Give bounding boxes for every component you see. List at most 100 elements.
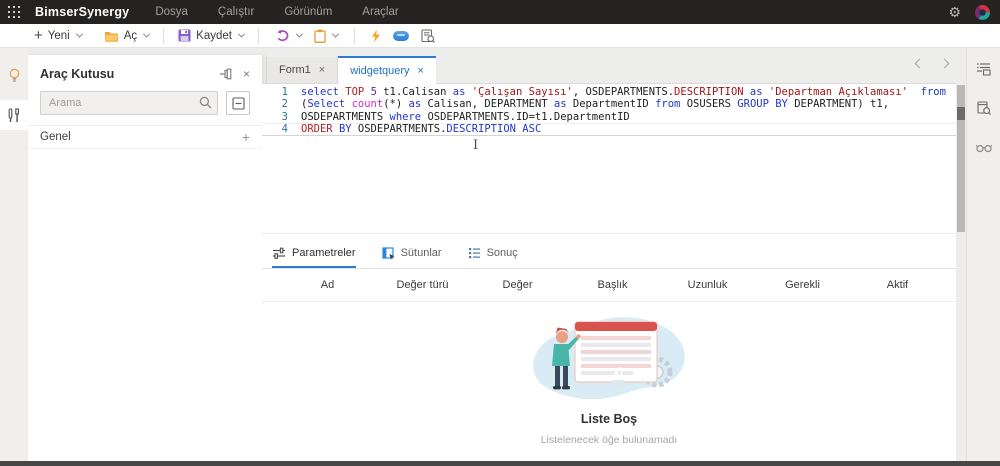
document-search-icon (977, 101, 991, 115)
toolbox-title: Araç Kutusu (40, 67, 114, 81)
menu-gorunum[interactable]: Görünüm (284, 6, 332, 18)
open-button[interactable]: Aç (100, 30, 153, 42)
toolbar-separator (258, 28, 259, 44)
column-header-ad: Ad (280, 279, 375, 291)
tag-button[interactable] (387, 31, 415, 41)
collapse-square-minus-icon (232, 97, 245, 110)
app-title: BimserSynergy (35, 5, 129, 19)
toolbox-close-icon[interactable]: × (243, 68, 250, 80)
sliders-icon (272, 247, 286, 259)
line-number: 1 (262, 86, 288, 98)
editor-tabstrip: Form1 × widgetquery × (262, 48, 956, 84)
section-label: Genel (40, 131, 71, 143)
document-search-panel-button[interactable] (977, 101, 991, 120)
chevron-down-icon (296, 31, 303, 38)
code-text: (Select count(*) as Calisan, DEPARTMENT … (301, 98, 889, 110)
glasses-icon (976, 143, 992, 153)
tab-sutunlar[interactable]: Sütunlar (382, 240, 442, 268)
toolbox-search-input[interactable] (40, 91, 218, 115)
empty-list-illustration (509, 310, 709, 406)
undo-button[interactable] (269, 29, 308, 42)
app-launcher-icon[interactable] (8, 6, 21, 19)
line-number: 2 (262, 98, 288, 110)
result-list-icon (468, 247, 481, 259)
tab-form1[interactable]: Form1 × (266, 57, 338, 83)
toolbar-separator (354, 28, 355, 44)
document-search-icon (421, 29, 435, 43)
code-text: select TOP 5 t1.Calisan as 'Çalışan Sayı… (301, 86, 946, 98)
scrollbar-thumb[interactable] (957, 85, 965, 232)
tools-icon (7, 108, 21, 123)
scrollbar-inner-thumb[interactable] (957, 107, 965, 120)
column-header-deger: Değer (470, 279, 565, 291)
folder-icon (104, 30, 119, 42)
column-header-gerekli: Gerekli (755, 279, 850, 291)
settings-gear-icon[interactable]: ⚙ (948, 5, 961, 19)
sql-code-editor[interactable]: 1 select TOP 5 t1.Calisan as 'Çalışan Say… (262, 84, 956, 233)
menu-dosya[interactable]: Dosya (155, 6, 188, 18)
pin-icon[interactable] (219, 68, 233, 80)
vertical-scrollbar[interactable] (956, 55, 966, 461)
code-text: ORDER BY OSDEPARTMENTS.DESCRIPTION ASC (301, 123, 541, 135)
close-tab-icon[interactable]: × (418, 66, 424, 77)
clipboard-icon (314, 29, 326, 43)
code-line[interactable]: 1 select TOP 5 t1.Calisan as 'Çalışan Say… (262, 86, 956, 98)
bottom-panel-tabs: Parametreler Sütunlar (262, 240, 956, 269)
empty-state: Liste Boş Listelenecek öğe bulunamadı (262, 310, 956, 446)
column-header-uzunluk: Uzunluk (660, 279, 755, 291)
toolbox-rail-button[interactable] (0, 100, 28, 130)
column-header-baslik: Başlık (565, 279, 660, 291)
chevron-down-icon (332, 31, 339, 38)
empty-state-title: Liste Boş (581, 412, 637, 426)
tab-sonuc[interactable]: Sonuç (468, 240, 518, 268)
tab-scroll-left-icon[interactable] (915, 59, 925, 69)
paste-button[interactable] (308, 29, 344, 43)
save-floppy-icon (178, 29, 191, 42)
columns-icon (382, 247, 395, 260)
plus-icon: + (34, 28, 43, 43)
lightning-icon (371, 29, 381, 43)
preview-query-button[interactable] (415, 29, 441, 43)
section-expand-icon[interactable]: + (242, 130, 250, 144)
bottom-panel: Parametreler Sütunlar (262, 233, 956, 461)
bimser-synergy-window: BimserSynergy Dosya Çalıştır Görünüm Ara… (0, 0, 1000, 466)
toolbox-section-genel[interactable]: Genel + (28, 125, 262, 149)
tab-widgetquery[interactable]: widgetquery × (338, 56, 436, 84)
chevron-down-icon (238, 31, 245, 38)
save-button[interactable]: Kaydet (174, 29, 248, 42)
run-query-button[interactable] (365, 29, 387, 43)
parameters-table-header: Ad Değer türü Değer Başlık Uzunluk Gerek… (262, 269, 956, 302)
code-preview-button[interactable] (976, 140, 992, 158)
toolbar: + Yeni Aç Kaydet (0, 24, 1000, 48)
tab-parametreler[interactable]: Parametreler (272, 240, 356, 268)
suggestions-rail-button[interactable] (0, 60, 28, 90)
app-header: BimserSynergy Dosya Çalıştır Görünüm Ara… (0, 0, 1000, 24)
close-tab-icon[interactable]: × (319, 65, 325, 76)
code-text: OSDEPARTMENTS where OSDEPARTMENTS.ID=t1.… (301, 111, 630, 123)
main-content: Form1 × widgetquery × 1 select TOP 5 t1.C… (262, 48, 956, 461)
toolbar-separator (163, 28, 164, 44)
chevron-down-icon (76, 31, 83, 38)
line-number: 4 (262, 123, 288, 135)
properties-panel-button[interactable] (976, 62, 991, 81)
code-line[interactable]: 4 ORDER BY OSDEPARTMENTS.DESCRIPTION ASC (262, 123, 956, 135)
menu-calistir[interactable]: Çalıştır (218, 6, 254, 18)
line-number: 3 (262, 111, 288, 123)
lightbulb-icon (8, 68, 21, 83)
bimser-logo[interactable] (975, 5, 990, 20)
chevron-down-icon (143, 31, 150, 38)
column-header-aktif: Aktif (850, 279, 945, 291)
code-line[interactable]: 2 (Select count(*) as Calisan, DEPARTMENT… (262, 98, 956, 110)
toolbox-panel: Araç Kutusu × (28, 55, 262, 461)
empty-state-subtitle: Listelenecek öğe bulunamadı (541, 434, 678, 446)
tab-scroll-right-icon[interactable] (940, 59, 950, 69)
menu-bar: Dosya Çalıştır Görünüm Araçlar (155, 6, 398, 18)
undo-icon (275, 29, 290, 42)
new-button[interactable]: + Yeni (30, 28, 86, 43)
blue-pill-icon (393, 31, 409, 41)
left-icon-rail (0, 48, 28, 462)
collapse-all-button[interactable] (226, 91, 250, 115)
right-icon-rail (966, 48, 1000, 461)
code-line[interactable]: 3 OSDEPARTMENTS where OSDEPARTMENTS.ID=t1… (262, 111, 956, 123)
menu-araclar[interactable]: Araçlar (362, 6, 398, 18)
